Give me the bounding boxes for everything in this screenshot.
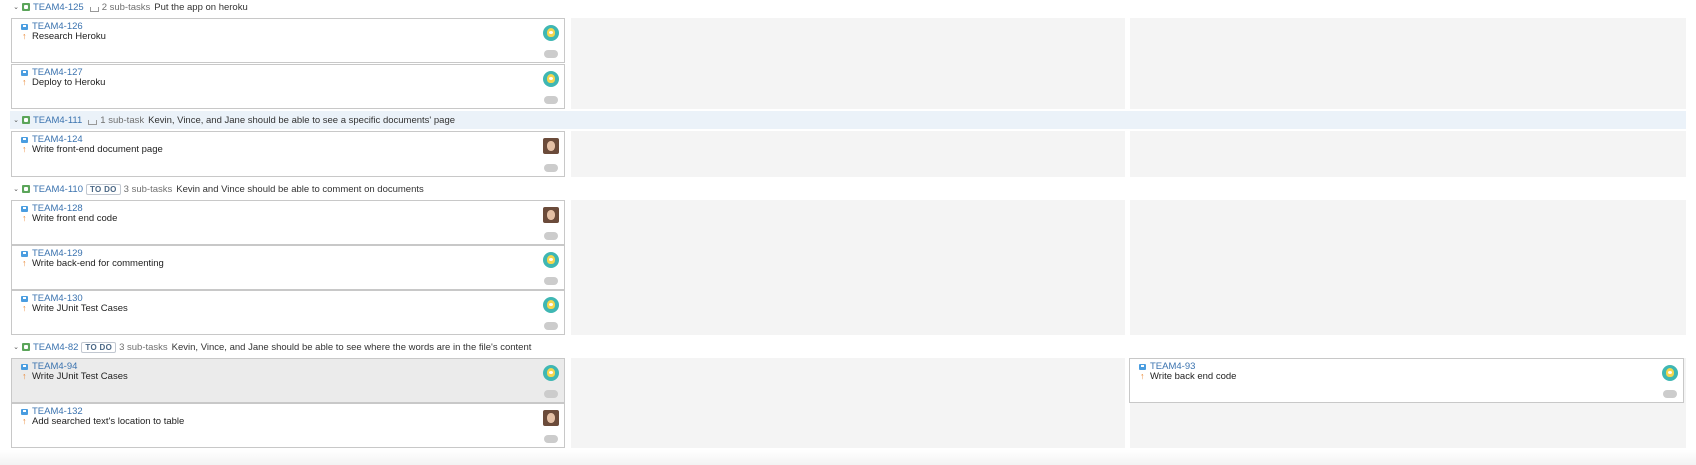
subtask-icon — [89, 6, 99, 12]
subtask-type-icon — [21, 409, 28, 415]
column-done — [1130, 18, 1686, 109]
swimlane-header-team4-82[interactable]: ⌄ TEAM4-82 TO DO 3 sub-tasks Kevin, Vinc… — [0, 338, 1686, 356]
subtask-count: 1 sub-task — [100, 114, 145, 126]
parent-issue-key[interactable]: TEAM4-111 — [33, 115, 82, 126]
parent-summary: Kevin and Vince should be able to commen… — [176, 183, 424, 195]
subtask-count: 3 sub-tasks — [119, 341, 168, 353]
swimlane-header-team4-111[interactable]: ⌄ TEAM4-111 1 sub-task Kevin, Vince, and… — [10, 111, 1686, 129]
estimate-badge — [544, 96, 558, 104]
parent-summary: Kevin, Vince, and Jane should be able to… — [148, 114, 456, 126]
column-done — [1130, 131, 1686, 177]
issue-card-selected[interactable]: TEAM4-94 ↑ Write JUnit Test Cases — [11, 358, 565, 403]
assignee-avatar[interactable] — [543, 410, 559, 426]
parent-issue-key[interactable]: TEAM4-82 — [33, 342, 78, 353]
story-icon — [22, 3, 30, 11]
assignee-avatar[interactable] — [543, 207, 559, 223]
swimlane-header-team4-110[interactable]: ⌄ TEAM4-110 TO DO 3 sub-tasks Kevin and … — [0, 180, 1686, 198]
issue-summary: Write JUnit Test Cases — [32, 303, 128, 314]
priority-arrow-icon: ↑ — [22, 77, 27, 87]
parent-issue-key[interactable]: TEAM4-125 — [33, 2, 84, 13]
priority-arrow-icon: ↑ — [22, 258, 27, 268]
subtask-type-icon — [21, 24, 28, 30]
issue-summary: Write front end code — [32, 213, 118, 224]
assignee-avatar[interactable] — [543, 252, 559, 268]
estimate-badge — [1663, 390, 1677, 398]
priority-arrow-icon: ↑ — [22, 213, 27, 223]
issue-card[interactable]: TEAM4-128 ↑ Write front end code — [11, 200, 565, 245]
issue-summary: Add searched text's location to table — [32, 416, 185, 427]
status-badge: TO DO — [85, 183, 121, 195]
assignee-avatar[interactable] — [543, 25, 559, 41]
priority-arrow-icon: ↑ — [22, 144, 27, 154]
subtask-type-icon — [21, 296, 28, 302]
issue-card[interactable]: TEAM4-130 ↑ Write JUnit Test Cases — [11, 290, 565, 335]
story-icon — [22, 343, 30, 351]
column-in-progress — [571, 358, 1125, 448]
issue-card[interactable]: TEAM4-124 ↑ Write front-end document pag… — [11, 131, 565, 177]
issue-summary: Deploy to Heroku — [32, 77, 106, 88]
issue-summary: Write back-end for commenting — [32, 258, 164, 269]
issue-card[interactable]: TEAM4-129 ↑ Write back-end for commentin… — [11, 245, 565, 290]
story-icon — [22, 116, 30, 124]
assignee-avatar[interactable] — [543, 365, 559, 381]
estimate-badge — [544, 435, 558, 443]
assignee-avatar[interactable] — [543, 297, 559, 313]
issue-summary: Research Heroku — [32, 31, 106, 42]
estimate-badge — [544, 390, 558, 398]
assignee-avatar[interactable] — [1662, 365, 1678, 381]
subtask-type-icon — [21, 137, 28, 143]
swimlane-header-team4-125[interactable]: ⌄ TEAM4-125 2 sub-tasks Put the app on h… — [0, 0, 1686, 16]
subtask-type-icon — [21, 364, 28, 370]
assignee-avatar[interactable] — [543, 138, 559, 154]
issue-summary: Write back end code — [1150, 371, 1237, 382]
estimate-badge — [544, 164, 558, 172]
issue-card[interactable]: TEAM4-126 ↑ Research Heroku — [11, 18, 565, 63]
priority-arrow-icon: ↑ — [22, 416, 27, 426]
subtask-type-icon — [21, 70, 28, 76]
story-icon — [22, 185, 30, 193]
issue-card[interactable]: TEAM4-132 ↑ Add searched text's location… — [11, 403, 565, 448]
issue-summary: Write JUnit Test Cases — [32, 371, 128, 382]
subtask-icon — [88, 119, 98, 125]
column-done — [1130, 200, 1686, 335]
chevron-down-icon[interactable]: ⌄ — [12, 185, 20, 193]
parent-issue-key[interactable]: TEAM4-110 — [33, 184, 83, 195]
assignee-avatar[interactable] — [543, 71, 559, 87]
parent-summary: Kevin, Vince, and Jane should be able to… — [171, 341, 532, 353]
column-in-progress — [571, 18, 1125, 109]
issue-card[interactable]: TEAM4-93 ↑ Write back end code — [1129, 358, 1684, 403]
chevron-down-icon[interactable]: ⌄ — [12, 343, 20, 351]
priority-arrow-icon: ↑ — [22, 303, 27, 313]
subtask-count: 2 sub-tasks — [101, 1, 151, 13]
subtask-type-icon — [21, 251, 28, 257]
subtask-type-icon — [21, 206, 28, 212]
status-badge: TO DO — [81, 341, 117, 353]
column-in-progress — [571, 131, 1125, 177]
board-bottom-fade — [0, 450, 1696, 465]
column-in-progress — [571, 200, 1125, 335]
chevron-down-icon[interactable]: ⌄ — [12, 3, 20, 11]
estimate-badge — [544, 50, 558, 58]
priority-arrow-icon: ↑ — [22, 31, 27, 41]
priority-arrow-icon: ↑ — [22, 371, 27, 381]
subtask-type-icon — [1139, 364, 1146, 370]
subtask-count: 3 sub-tasks — [123, 183, 173, 195]
priority-arrow-icon: ↑ — [1140, 371, 1145, 381]
issue-summary: Write front-end document page — [32, 144, 163, 155]
estimate-badge — [544, 322, 558, 330]
parent-summary: Put the app on heroku — [154, 1, 248, 13]
estimate-badge — [544, 232, 558, 240]
chevron-down-icon[interactable]: ⌄ — [12, 116, 20, 124]
issue-card[interactable]: TEAM4-127 ↑ Deploy to Heroku — [11, 64, 565, 109]
estimate-badge — [544, 277, 558, 285]
